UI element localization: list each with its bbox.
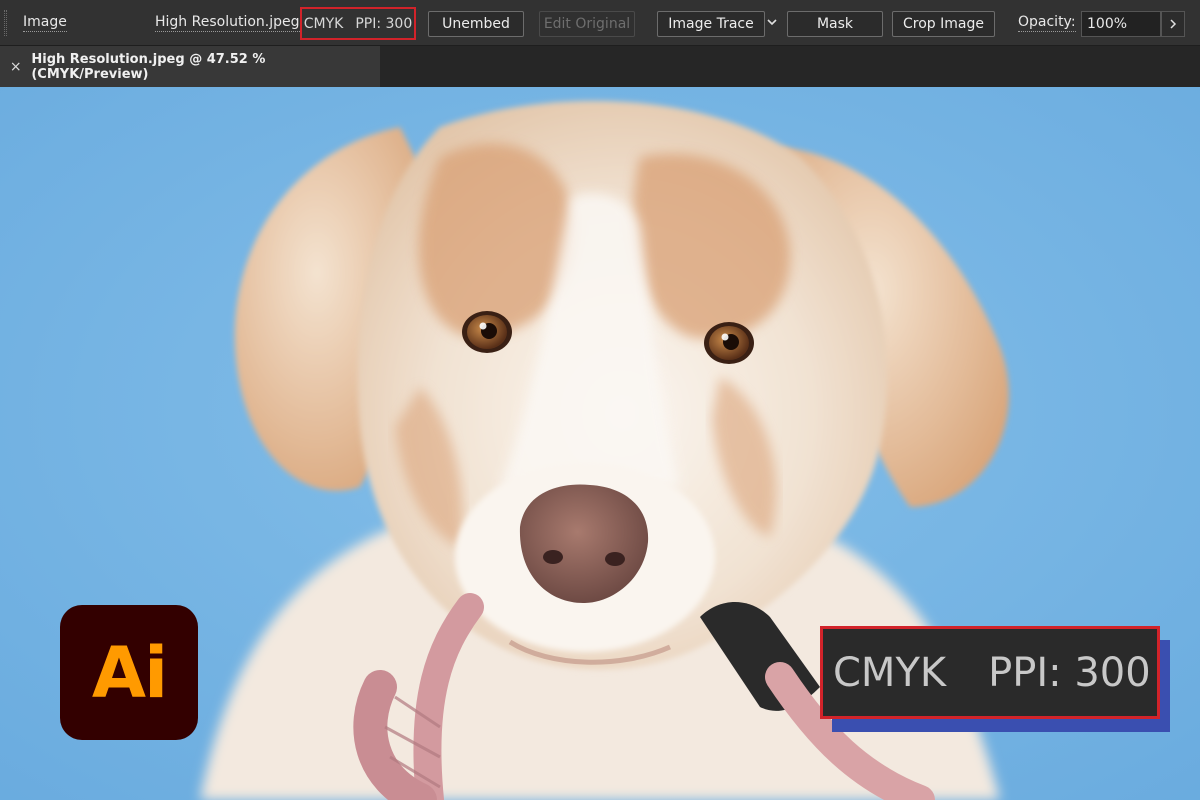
zoomed-ppi-callout: CMYK PPI: 300 [820, 626, 1160, 719]
control-bar: Image High Resolution.jpeg CMYK PPI: 300… [0, 0, 1200, 46]
close-icon[interactable]: × [0, 59, 31, 75]
unembed-button[interactable]: Unembed [428, 11, 524, 37]
illustrator-logo: Ai [60, 605, 198, 740]
linked-file-link[interactable]: High Resolution.jpeg [155, 14, 300, 32]
color-mode-text: CMYK [303, 15, 344, 32]
opacity-label[interactable]: Opacity: [1018, 14, 1076, 32]
logo-text: Ai [91, 631, 168, 714]
image-trace-button[interactable]: Image Trace [657, 11, 765, 37]
document-tab[interactable]: × High Resolution.jpeg @ 47.52 % (CMYK/P… [0, 46, 380, 87]
panel-grip[interactable] [4, 10, 7, 36]
document-tab-bar: × High Resolution.jpeg @ 47.52 % (CMYK/P… [0, 46, 1200, 87]
crop-image-button[interactable]: Crop Image [892, 11, 995, 37]
callout-ppi: PPI: 300 [988, 649, 1151, 696]
mask-button[interactable]: Mask [787, 11, 883, 37]
edit-original-button: Edit Original [539, 11, 635, 37]
chevron-right-icon [1170, 19, 1177, 29]
ppi-text: PPI: 300 [355, 15, 413, 32]
opacity-input[interactable]: 100% [1081, 11, 1161, 37]
document-tab-title: High Resolution.jpeg @ 47.52 % (CMYK/Pre… [31, 51, 266, 82]
color-mode-ppi-readout: CMYK PPI: 300 [300, 7, 416, 40]
image-trace-dropdown-icon[interactable] [766, 16, 778, 28]
opacity-expand-button[interactable] [1161, 11, 1185, 37]
image-section-label[interactable]: Image [23, 14, 67, 32]
callout-color-mode: CMYK [833, 649, 947, 696]
